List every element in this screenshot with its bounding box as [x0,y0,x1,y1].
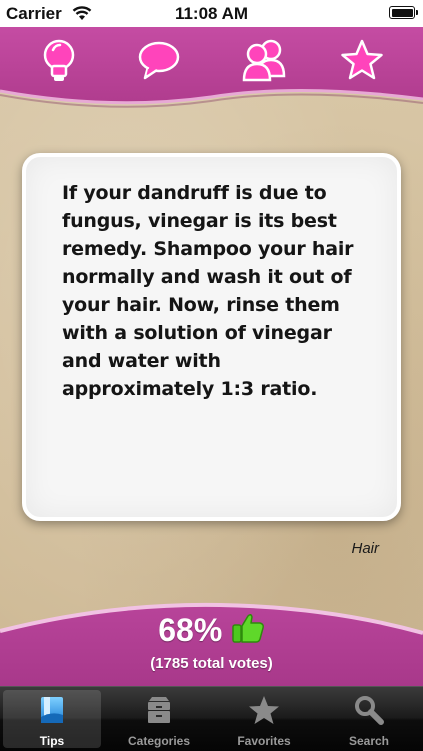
magnifier-icon [319,695,419,725]
status-bar: Carrier 11:08 AM [0,0,423,27]
tips-book-icon [3,695,101,725]
tab-tips[interactable]: Tips [3,690,101,748]
star-icon[interactable] [338,38,386,82]
thumbs-up-icon[interactable] [231,612,265,649]
tab-categories[interactable]: Categories [109,687,209,751]
tab-favorites[interactable]: Favorites [214,687,314,751]
tip-card: If your dandruff is due to fungus, vineg… [22,153,401,521]
tab-label-categories: Categories [127,734,191,748]
battery-icon [389,6,418,19]
tab-bar: Tips Categories Favorites Search [0,686,423,751]
lightbulb-icon[interactable] [37,38,81,82]
tab-label-search: Search [348,734,390,748]
star-icon [214,695,314,725]
tab-label-tips: Tips [39,734,65,748]
tip-category[interactable]: Hair [351,540,379,557]
vote-total: (1785 total votes) [150,655,273,672]
clock: 11:08 AM [174,4,249,23]
tab-label-favorites: Favorites [237,734,291,748]
vote-summary: 68% [0,612,423,649]
speech-bubble-icon[interactable] [136,38,180,82]
vote-percent: 68% [158,612,223,648]
categories-box-icon [109,695,209,725]
people-icon[interactable] [240,38,288,82]
tip-text: If your dandruff is due to fungus, vineg… [62,182,354,400]
tab-search[interactable]: Search [319,687,419,751]
